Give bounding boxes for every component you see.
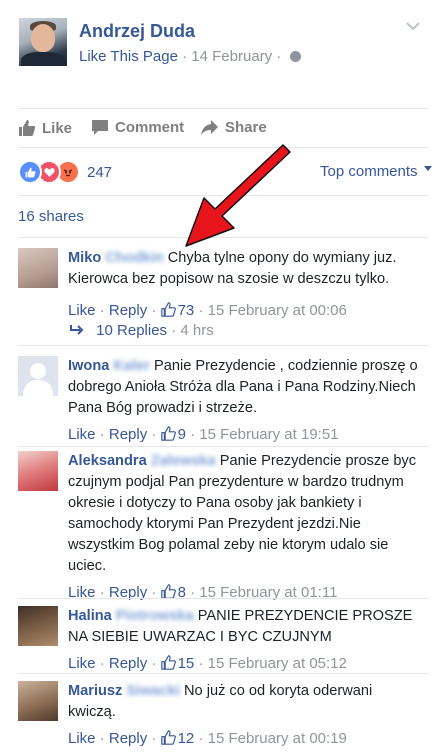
thumbs-up-icon: [160, 584, 176, 599]
divider: [18, 345, 428, 346]
like-reaction-icon: [18, 160, 42, 184]
commenter-name[interactable]: Iwona: [68, 358, 109, 374]
globe-icon: [289, 51, 301, 62]
comment-actions: Like · Reply · 15 · 15 February at 05:12: [68, 655, 347, 672]
comment-body: Aleksandra Zalewska Panie Prezydencie pr…: [68, 451, 418, 603]
comment-body: Miko Chodkin Chyba tylne opony do wymian…: [68, 248, 418, 321]
comment-like-link[interactable]: Like: [68, 426, 96, 443]
shares-count[interactable]: 16 shares: [18, 208, 84, 225]
comment-icon: [92, 120, 108, 135]
comment-like-count[interactable]: 15: [160, 655, 194, 672]
like-page-link[interactable]: Like This Page: [79, 48, 178, 65]
divider: [18, 673, 428, 674]
reaction-count[interactable]: 247: [87, 164, 112, 181]
share-arrow-icon: [201, 120, 218, 135]
meta-separator: ·: [182, 48, 188, 65]
comment-like-link[interactable]: Like: [68, 302, 96, 319]
share-button[interactable]: Share: [200, 119, 267, 136]
thumbs-up-icon: [19, 120, 36, 136]
commenter-surname-blurred[interactable]: Chodkin: [105, 248, 163, 269]
comment-body: Iwona Kaler Panie Prezydencie , codzienn…: [68, 356, 418, 445]
commenter-surname-blurred[interactable]: Kaler: [113, 356, 150, 377]
divider: [18, 237, 428, 238]
page-name[interactable]: Andrzej Duda: [79, 21, 195, 42]
view-replies-link[interactable]: 10 Replies · 4 hrs: [70, 322, 214, 339]
comment-actions: Like · Reply · 9 · 15 February at 19:51: [68, 426, 339, 443]
comment-actions: Like · Reply · 73 · 15 February at 00:06: [68, 302, 347, 319]
post-meta: Like This Page · 14 February ·: [79, 48, 301, 65]
page-avatar[interactable]: [19, 18, 67, 66]
meta-separator-2: ·: [276, 48, 282, 65]
divider: [18, 195, 428, 196]
commenter-avatar[interactable]: [18, 356, 58, 396]
comment-timestamp[interactable]: 15 February at 00:06: [208, 302, 347, 319]
action-bar: Like Comment Share: [18, 110, 428, 146]
comment-like-count[interactable]: 12: [160, 730, 194, 747]
comment-text: Panie Prezydencie prosze byc czujnym pod…: [68, 453, 417, 574]
chevron-down-icon[interactable]: [405, 20, 421, 32]
thumbs-up-icon: [160, 426, 176, 441]
commenter-avatar[interactable]: [18, 248, 58, 288]
commenter-surname-blurred[interactable]: Piotrowska: [116, 606, 194, 627]
commenter-surname-blurred[interactable]: Siwacki: [126, 681, 180, 702]
commenter-name[interactable]: Halina: [68, 608, 112, 624]
comment-body: Halina Piotrowska PANIE PREZYDENCIE PROS…: [68, 606, 418, 674]
comment-like-link[interactable]: Like: [68, 730, 96, 747]
comment-timestamp[interactable]: 15 February at 19:51: [199, 426, 338, 443]
thumbs-up-icon: [160, 655, 176, 670]
comment-timestamp[interactable]: 15 February at 05:12: [208, 655, 347, 672]
commenter-avatar[interactable]: [18, 681, 58, 721]
comment-reply-link[interactable]: Reply: [109, 655, 147, 672]
commenter-name[interactable]: Aleksandra: [68, 453, 147, 469]
comment-actions: Like · Reply · 8 · 15 February at 01:11: [68, 584, 338, 601]
comment-like-count[interactable]: 73: [160, 302, 194, 319]
comment-like-link[interactable]: Like: [68, 655, 96, 672]
comment-reply-link[interactable]: Reply: [109, 730, 147, 747]
commenter-name[interactable]: Miko: [68, 250, 101, 266]
divider: [18, 598, 428, 599]
divider: [18, 108, 428, 109]
post-date[interactable]: 14 February: [191, 48, 272, 65]
reply-arrow-icon: [70, 325, 84, 335]
comment-reply-link[interactable]: Reply: [109, 302, 147, 319]
comment-button[interactable]: Comment: [91, 119, 184, 136]
divider: [18, 147, 428, 148]
divider: [18, 446, 428, 447]
like-button[interactable]: Like: [18, 119, 72, 137]
comment-actions: Like · Reply · 12 · 15 February at 00:19: [68, 730, 347, 747]
top-comments-dropdown[interactable]: Top comments: [320, 163, 432, 180]
commenter-name[interactable]: Mariusz: [68, 683, 122, 699]
commenter-surname-blurred[interactable]: Zalewska: [151, 451, 216, 472]
thumbs-up-icon: [160, 730, 176, 745]
post-header: Andrzej Duda Like This Page · 14 Februar…: [0, 0, 446, 108]
replies-time: 4 hrs: [180, 322, 214, 339]
comment-reply-link[interactable]: Reply: [109, 426, 147, 443]
comment-like-count[interactable]: 9: [160, 426, 186, 443]
comment-timestamp[interactable]: 15 February at 00:19: [208, 730, 347, 747]
reactions-summary[interactable]: 247: [18, 158, 112, 186]
commenter-avatar[interactable]: [18, 451, 58, 491]
caret-down-icon: [423, 166, 432, 171]
comment-body: Mariusz Siwacki No już co od koryta oder…: [68, 681, 418, 749]
thumbs-up-icon: [160, 302, 176, 317]
commenter-avatar[interactable]: [18, 606, 58, 646]
